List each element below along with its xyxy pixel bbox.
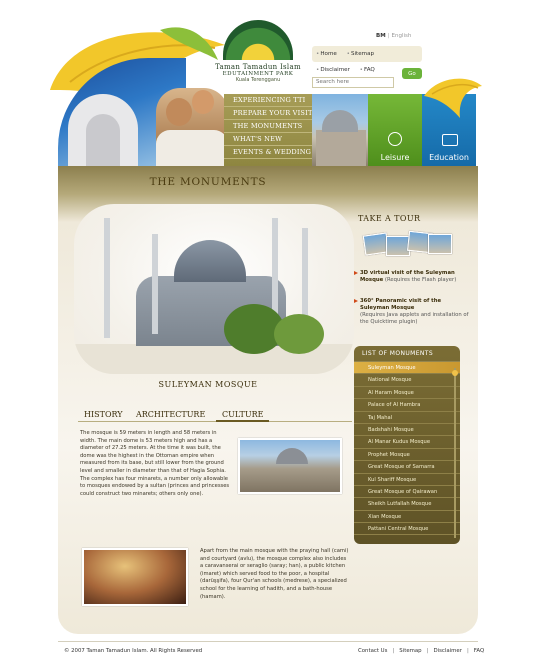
nav-experiencing-tti[interactable]: EXPERIENCING TTI xyxy=(224,94,314,107)
footer-divider xyxy=(58,641,478,642)
tour-thumbnails[interactable] xyxy=(360,228,452,260)
monument-item-al-hambra[interactable]: Palace of Al Hambra xyxy=(354,399,460,412)
monuments-list: LIST OF MONUMENTS Suleyman Mosque Nation… xyxy=(354,346,460,544)
monument-item-al-haram[interactable]: Al Haram Mosque xyxy=(354,387,460,400)
monument-item-badshahi[interactable]: Badshahi Mosque xyxy=(354,424,460,437)
copyright: © 2007 Taman Tamadun Islam. All Rights R… xyxy=(64,648,203,654)
description-paragraph-2: Apart from the main mosque with the pray… xyxy=(200,548,349,600)
arrow-right-icon xyxy=(354,299,358,303)
footer-link-sitemap[interactable]: Sitemap xyxy=(399,648,421,654)
monument-item-kul-shariff[interactable]: Kul Shariff Mosque xyxy=(354,474,460,486)
yellow-leaf-decoration-right xyxy=(424,78,482,118)
monument-tabs: HISTORY ARCHITECTURE CULTURE xyxy=(78,408,352,422)
leisure-label: Leisure xyxy=(380,153,410,162)
tab-history[interactable]: HISTORY xyxy=(78,408,129,422)
nav-whats-new[interactable]: WHAT'S NEW xyxy=(224,133,314,146)
leisure-tile[interactable]: Leisure xyxy=(368,94,422,166)
courtyard-photo xyxy=(238,438,342,494)
top-links: •Home •Sitemap •Disclaimer •FAQ xyxy=(312,46,422,73)
nav-the-monuments[interactable]: THE MONUMENTS xyxy=(224,120,314,133)
leisure-icon xyxy=(388,132,402,146)
monument-item-pattani[interactable]: Pattani Central Mosque xyxy=(354,523,460,536)
interior-photo xyxy=(82,548,188,606)
tab-culture[interactable]: CULTURE xyxy=(216,408,270,422)
footer-link-disclaimer[interactable]: Disclaimer xyxy=(433,648,462,654)
monument-item-taj-mahal[interactable]: Taj Mahal xyxy=(354,412,460,424)
education-label: Education xyxy=(429,153,469,162)
search-bar: Go xyxy=(312,68,422,88)
monument-item-samarra[interactable]: Great Mosque of Samarra xyxy=(354,461,460,474)
main-nav: EXPERIENCING TTI PREPARE YOUR VISIT THE … xyxy=(224,94,314,166)
tour-thumbnail[interactable] xyxy=(428,234,452,254)
nav-prepare-your-visit[interactable]: PREPARE YOUR VISIT xyxy=(224,107,314,120)
monument-name: SULEYMAN MOSQUE xyxy=(158,380,258,389)
footer-links: Contact Us | Sitemap | Disclaimer | FAQ xyxy=(358,648,485,654)
monument-item-xian[interactable]: Xian Mosque xyxy=(354,511,460,524)
logo-location: Kuala Terengganu xyxy=(235,77,281,83)
take-a-tour-heading: TAKE A TOUR xyxy=(358,214,421,223)
page-title: THE MONUMENTS xyxy=(149,176,267,188)
search-go-button[interactable]: Go xyxy=(402,68,422,79)
tour-3d-link[interactable]: 3D virtual visit of the Suleyman Mosque … xyxy=(354,270,470,284)
monuments-list-title: LIST OF MONUMENTS xyxy=(354,346,460,362)
monuments-scroll-handle[interactable] xyxy=(452,370,458,376)
monument-item-prophet[interactable]: Prophet Mosque xyxy=(354,449,460,462)
monument-item-national[interactable]: National Mosque xyxy=(354,374,460,387)
tour-360-link[interactable]: 360° Panoramic visit of the Suleyman Mos… xyxy=(354,298,470,326)
search-input[interactable] xyxy=(312,76,394,88)
monument-item-suleyman[interactable]: Suleyman Mosque xyxy=(354,362,460,375)
content-panel: THE MONUMENTS SULEYMAN MOSQUE HISTORY AR… xyxy=(58,166,478,634)
description-paragraph-1: The mosque is 59 meters in length and 58… xyxy=(80,430,230,497)
logo-emblem-icon xyxy=(223,20,293,60)
logo-title: Taman Tamadun Islam xyxy=(215,63,301,71)
header: Taman Tamadun Islam EDUTAINMENT PARK Kua… xyxy=(0,0,536,168)
tab-architecture[interactable]: ARCHITECTURE xyxy=(130,408,211,422)
footer-link-faq[interactable]: FAQ xyxy=(474,648,484,654)
tour-thumbnail[interactable] xyxy=(386,236,410,256)
site-logo[interactable]: Taman Tamadun Islam EDUTAINMENT PARK Kua… xyxy=(212,20,304,96)
monument-item-sheikh-lutfallah[interactable]: Sheikh Lutfallah Mosque xyxy=(354,498,460,511)
lang-english-link[interactable]: English xyxy=(392,33,412,39)
suleyman-mosque-photo xyxy=(74,204,354,374)
lang-bm-link[interactable]: BM xyxy=(376,33,386,39)
monuments-scrollbar[interactable] xyxy=(454,368,456,538)
top-link-home[interactable]: •Home xyxy=(316,51,341,57)
family-photo xyxy=(156,88,228,166)
arrow-right-icon xyxy=(354,271,358,275)
top-link-sitemap[interactable]: •Sitemap xyxy=(347,51,378,57)
monument-item-al-manar-kudus[interactable]: Al Manar Kudus Mosque xyxy=(354,436,460,449)
book-icon xyxy=(442,134,458,146)
nav-events-wedding[interactable]: EVENTS & WEDDING xyxy=(224,146,314,159)
monument-item-qairawan[interactable]: Great Mosque of Qairawan xyxy=(354,486,460,499)
footer-link-contact[interactable]: Contact Us xyxy=(358,648,387,654)
dome-photo xyxy=(312,94,368,166)
language-switch: BM | English xyxy=(376,33,412,39)
